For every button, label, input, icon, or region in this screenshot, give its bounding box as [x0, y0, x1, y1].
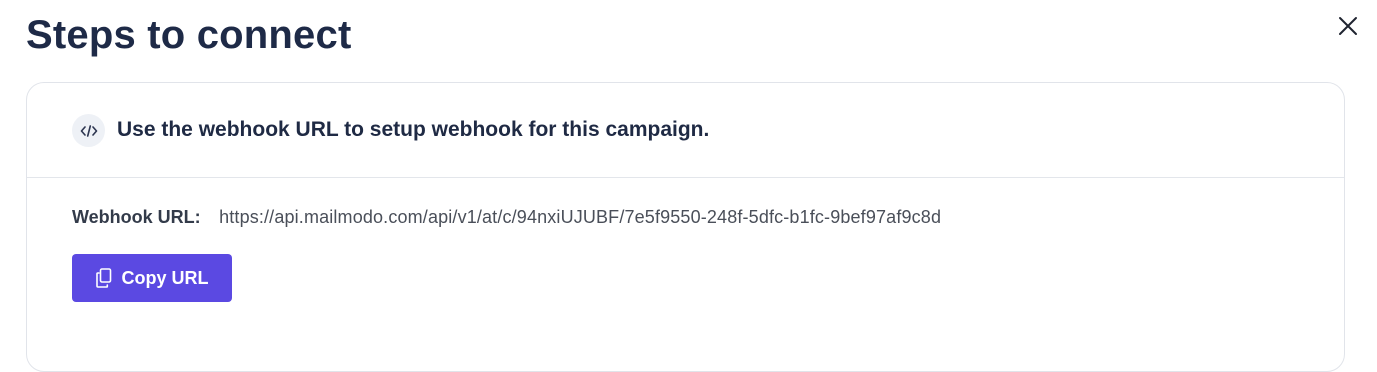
close-icon — [1339, 17, 1357, 35]
webhook-card: Use the webhook URL to setup webhook for… — [26, 82, 1345, 372]
code-badge — [72, 114, 105, 147]
webhook-url-value[interactable]: https://api.mailmodo.com/api/v1/at/c/94n… — [219, 207, 941, 227]
card-heading: Use the webhook URL to setup webhook for… — [117, 118, 710, 141]
webhook-url-label: Webhook URL: — [72, 207, 201, 227]
webhook-url-row: Webhook URL: https://api.mailmodo.com/ap… — [72, 205, 941, 231]
card-header: Use the webhook URL to setup webhook for… — [27, 83, 1344, 178]
code-icon — [80, 124, 97, 137]
copy-url-button[interactable]: Copy URL — [72, 254, 232, 302]
copy-icon — [95, 268, 112, 288]
close-button[interactable] — [1336, 14, 1360, 38]
copy-url-label: Copy URL — [121, 267, 209, 288]
dialog-title: Steps to connect — [26, 13, 352, 57]
